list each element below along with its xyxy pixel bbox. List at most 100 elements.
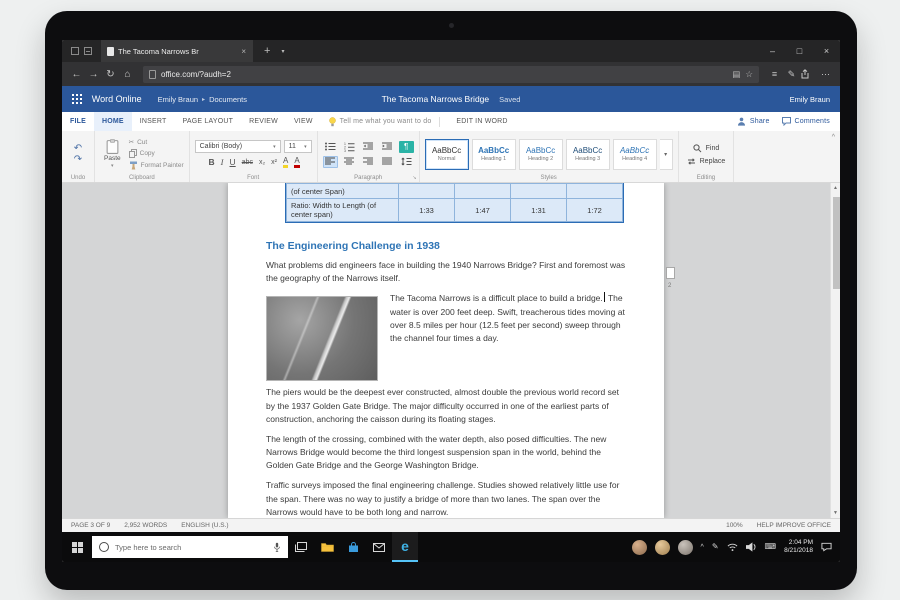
table-cell[interactable]: (of center Span)	[287, 184, 399, 199]
scroll-down-icon[interactable]: ▼	[831, 508, 840, 518]
style-heading-4[interactable]: AaBbCc Heading 4	[613, 139, 657, 170]
paragraph-marks-toggle[interactable]: ¶	[399, 141, 414, 153]
hub-icon[interactable]: ≡	[766, 69, 783, 79]
share-icon[interactable]	[800, 69, 817, 79]
table-cell[interactable]	[511, 184, 567, 199]
styles-gallery-more-button[interactable]: ▾	[660, 139, 673, 170]
decrease-indent-button[interactable]	[361, 141, 376, 153]
subscript-button[interactable]: x₂	[259, 159, 265, 166]
refresh-icon[interactable]: ↻	[102, 69, 119, 80]
help-improve-office-link[interactable]: HELP IMPROVE OFFICE	[757, 522, 831, 529]
comments-button[interactable]: Comments	[782, 117, 830, 126]
action-center-icon[interactable]	[821, 542, 832, 552]
document-scrollbar[interactable]: ▲ ▼	[830, 183, 840, 518]
reading-view-icon[interactable]: ▤	[732, 69, 740, 80]
bullets-button[interactable]	[323, 141, 338, 153]
touch-keyboard-icon[interactable]: ⌨	[765, 543, 777, 551]
document-table[interactable]: (of center Span) Ratio: Width to Length …	[286, 183, 623, 222]
table-cell[interactable]: 1:33	[399, 199, 455, 222]
paragraph-traffic[interactable]: Traffic surveys imposed the final engine…	[266, 479, 626, 518]
start-button[interactable]	[62, 532, 92, 562]
tab-file[interactable]: FILE	[62, 112, 94, 131]
table-cell[interactable]: 1:47	[455, 199, 511, 222]
align-left-button[interactable]	[323, 156, 338, 168]
italic-button[interactable]: I	[221, 158, 224, 167]
window-minimize-button[interactable]: –	[759, 40, 786, 62]
copy-button[interactable]: Copy	[129, 149, 184, 158]
align-center-button[interactable]	[342, 156, 357, 168]
line-spacing-button[interactable]	[399, 156, 414, 168]
collapse-ribbon-icon[interactable]: ^	[832, 134, 835, 141]
add-favorite-star-icon[interactable]: ☆	[745, 69, 753, 80]
font-size-select[interactable]: 11 ▾	[284, 140, 312, 153]
edit-in-word-button[interactable]: EDIT IN WORD	[448, 112, 515, 131]
tab-page-layout[interactable]: PAGE LAYOUT	[175, 112, 242, 131]
format-painter-button[interactable]: Format Painter	[129, 161, 184, 170]
people-avatar[interactable]	[678, 540, 693, 555]
justify-button[interactable]	[380, 156, 395, 168]
table-cell[interactable]	[455, 184, 511, 199]
home-icon[interactable]: ⌂	[119, 69, 136, 80]
paragraph-length[interactable]: The length of the crossing, combined wit…	[266, 433, 626, 473]
underline-button[interactable]: U	[230, 158, 236, 167]
scrollbar-thumb[interactable]	[833, 197, 840, 289]
redo-button[interactable]: ↷	[74, 155, 82, 165]
style-heading-2[interactable]: AaBbCc Heading 2	[519, 139, 563, 170]
superscript-button[interactable]: x²	[271, 159, 277, 166]
tab-view[interactable]: VIEW	[286, 112, 321, 131]
font-color-button[interactable]: A	[294, 157, 299, 168]
window-close-button[interactable]: ×	[813, 40, 840, 62]
zoom-level[interactable]: 100%	[726, 522, 743, 529]
paragraph-piers[interactable]: The piers would be the deepest ever cons…	[266, 386, 626, 426]
taskbar-clock[interactable]: 2:04 PM 8/21/2018	[784, 539, 813, 556]
document-page[interactable]: (of center Span) Ratio: Width to Length …	[228, 183, 664, 518]
wifi-icon[interactable]	[727, 543, 738, 552]
paste-button[interactable]: Paste ▾	[100, 139, 125, 169]
align-right-button[interactable]	[361, 156, 376, 168]
taskbar-search-box[interactable]	[92, 536, 288, 558]
forward-icon[interactable]: →	[85, 69, 102, 80]
microphone-icon[interactable]	[273, 542, 281, 553]
account-name[interactable]: Emily Braun	[790, 95, 830, 104]
more-options-icon[interactable]: ⋯	[817, 69, 834, 80]
breadcrumb-user[interactable]: Emily Braun	[158, 95, 198, 104]
tell-me-box[interactable]: Tell me what you want to do	[329, 117, 432, 127]
find-button[interactable]: Find	[693, 144, 720, 153]
strikethrough-button[interactable]: abc	[242, 159, 253, 166]
taskbar-search-input[interactable]	[115, 543, 267, 552]
highlight-color-button[interactable]: A	[283, 157, 288, 168]
tab-review[interactable]: REVIEW	[241, 112, 286, 131]
bold-button[interactable]: B	[209, 158, 215, 167]
tab-close-icon[interactable]: ×	[240, 47, 247, 56]
bridge-photo[interactable]	[266, 296, 378, 381]
breadcrumb-folder[interactable]: Documents	[209, 95, 247, 104]
cut-button[interactable]: ✂ Cut	[129, 138, 184, 146]
window-maximize-button[interactable]: □	[786, 40, 813, 62]
show-hidden-icons-chevron[interactable]: ^	[701, 544, 704, 551]
annotate-pen-icon[interactable]: ✎	[783, 69, 800, 80]
numbering-button[interactable]: 123	[342, 141, 357, 153]
app-launcher-icon[interactable]	[72, 94, 82, 104]
style-heading-3[interactable]: AaBbCc Heading 3	[566, 139, 610, 170]
back-icon[interactable]: ←	[68, 69, 85, 80]
document-title[interactable]: The Tacoma Narrows Bridge	[382, 94, 490, 104]
replace-button[interactable]: Replace	[687, 158, 726, 165]
paragraph-dialog-launcher-icon[interactable]: ↘	[412, 175, 416, 181]
task-view-button[interactable]	[288, 532, 314, 562]
breadcrumb[interactable]: Emily Braun ▸ Documents	[158, 95, 247, 104]
table-cell[interactable]: 1:31	[511, 199, 567, 222]
tab-home[interactable]: HOME	[94, 112, 132, 131]
section-heading[interactable]: The Engineering Challenge in 1938	[266, 240, 626, 252]
paragraph-intro[interactable]: What problems did engineers face in buil…	[266, 259, 626, 285]
tab-insert[interactable]: INSERT	[132, 112, 175, 131]
store-button[interactable]	[340, 532, 366, 562]
scroll-up-icon[interactable]: ▲	[831, 183, 840, 193]
table-cell[interactable]: Ratio: Width to Length (of center span)	[287, 199, 399, 222]
table-cell[interactable]	[567, 184, 623, 199]
share-button[interactable]: Share	[737, 117, 770, 126]
set-tabs-aside-icon[interactable]	[71, 47, 79, 55]
windows-ink-pen-icon[interactable]: ✎	[712, 543, 719, 551]
new-tab-button[interactable]: +	[264, 46, 270, 57]
table-cell[interactable]: 1:72	[567, 199, 623, 222]
undo-button[interactable]: ↶	[74, 144, 82, 154]
